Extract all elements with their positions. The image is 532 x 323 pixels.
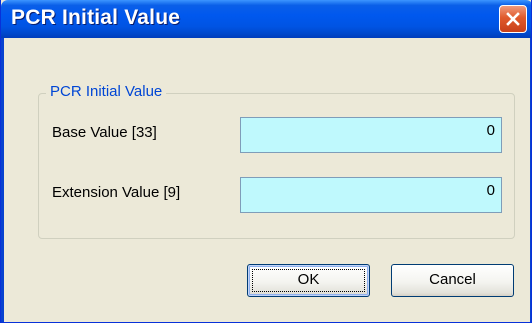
close-icon bbox=[506, 12, 520, 26]
pcr-group-box bbox=[38, 93, 515, 239]
ok-button-label: OK bbox=[297, 271, 320, 288]
cancel-button[interactable]: Cancel bbox=[391, 264, 514, 297]
cancel-button-label: Cancel bbox=[429, 271, 476, 288]
close-button[interactable] bbox=[499, 5, 527, 33]
title-bar[interactable]: PCR Initial Value bbox=[1, 0, 531, 38]
extension-value-label: Extension Value [9] bbox=[52, 184, 181, 201]
base-value-label: Base Value [33] bbox=[52, 124, 157, 141]
ok-button[interactable]: OK bbox=[247, 264, 370, 297]
extension-value-input[interactable] bbox=[240, 177, 502, 213]
window-left-border bbox=[1, 38, 4, 322]
group-box-legend: PCR Initial Value bbox=[46, 82, 167, 102]
base-value-input[interactable] bbox=[240, 117, 502, 153]
pcr-initial-value-dialog: PCR Initial Value PCR Initial Value Base… bbox=[0, 0, 532, 323]
dialog-title: PCR Initial Value bbox=[11, 6, 181, 29]
